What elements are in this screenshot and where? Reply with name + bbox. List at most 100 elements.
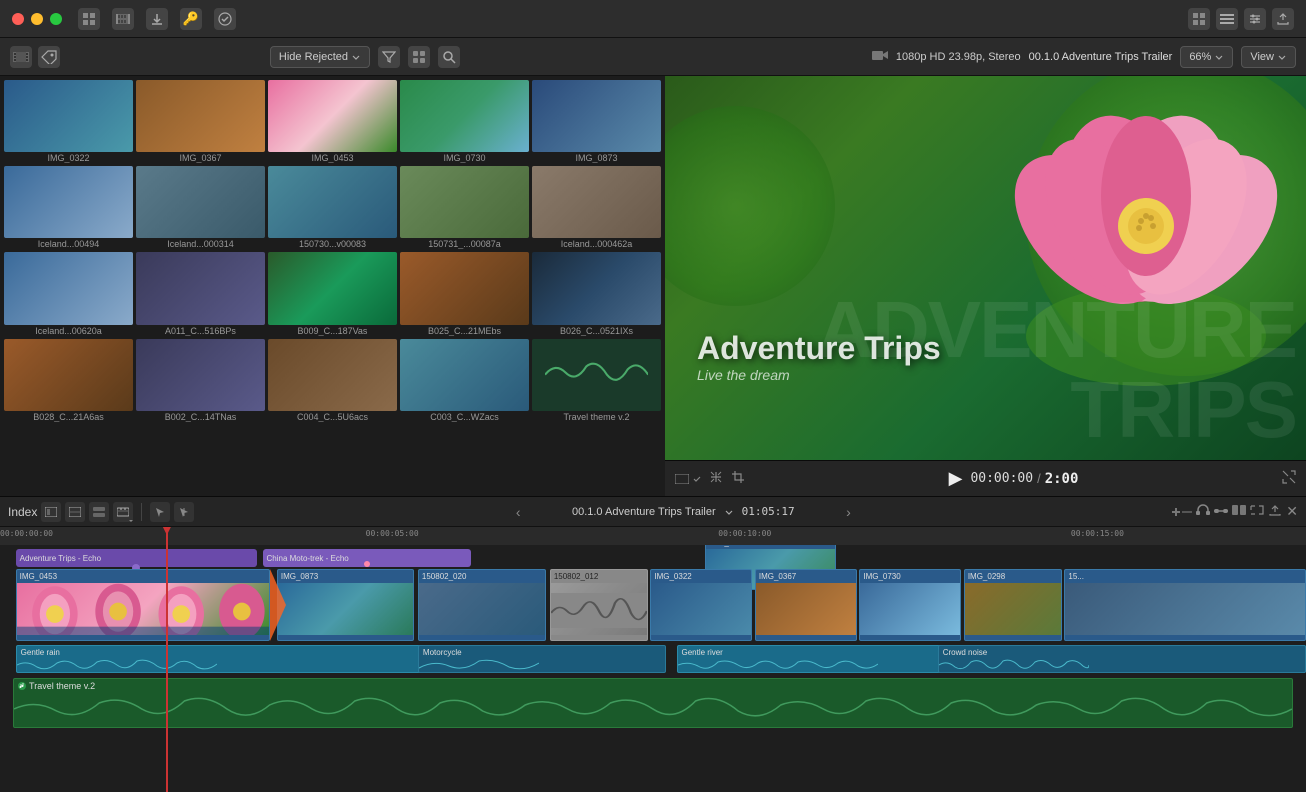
connect-dot-pink <box>364 561 370 567</box>
media-item-17[interactable]: C004_C...5U6acs <box>268 339 397 422</box>
library-icon[interactable] <box>78 8 100 30</box>
ruler-mark-15: 00:00:15:00 <box>1071 529 1124 538</box>
clips-icon[interactable] <box>10 46 32 68</box>
hide-rejected-btn[interactable]: Hide Rejected <box>270 46 370 68</box>
media-name-9: Iceland...000462a <box>532 239 661 249</box>
video-clip-150802020[interactable]: 150802_020 <box>418 569 546 641</box>
media-item-5[interactable]: Iceland...00494 <box>4 166 133 249</box>
grid-clip-icon[interactable] <box>408 46 430 68</box>
media-item-9[interactable]: Iceland...000462a <box>532 166 661 249</box>
playhead[interactable] <box>166 527 168 545</box>
media-item-4[interactable]: IMG_0873 <box>532 80 661 163</box>
media-thumb-9 <box>532 166 661 238</box>
tl-share-btn[interactable] <box>1268 504 1282 519</box>
media-item-3[interactable]: IMG_0730 <box>400 80 529 163</box>
media-item-15[interactable]: B028_C...21A6as <box>4 339 133 422</box>
viewer-display-btn[interactable] <box>675 474 701 484</box>
media-item-8[interactable]: 150731_...00087a <box>400 166 529 249</box>
media-item-13[interactable]: B025_C...21MEbs <box>400 252 529 335</box>
minimize-button[interactable] <box>31 13 43 25</box>
zoom-in-icon[interactable] <box>1172 508 1192 516</box>
clip-thumb-img0322 <box>651 583 751 635</box>
media-item-6[interactable]: Iceland...000314 <box>136 166 265 249</box>
main-toolbar: Hide Rejected 1080p HD 23.98p, Stereo 00… <box>0 38 1306 76</box>
media-item-0[interactable]: IMG_0322 <box>4 80 133 163</box>
export-icon[interactable] <box>1272 8 1294 30</box>
viewer-crop-btn[interactable] <box>731 470 745 487</box>
media-item-10[interactable]: Iceland...00620a <box>4 252 133 335</box>
media-thumb-16 <box>136 339 265 411</box>
play-button[interactable]: ▶ <box>949 468 963 489</box>
grid-view-icon[interactable] <box>1188 8 1210 30</box>
media-item-2[interactable]: IMG_0453 <box>268 80 397 163</box>
sfx-motorcycle[interactable]: Motorcycle <box>418 645 666 673</box>
filter-icon[interactable] <box>378 46 400 68</box>
video-clip-img0298[interactable]: IMG_0298 <box>964 569 1062 641</box>
media-name-2: IMG_0453 <box>268 153 397 163</box>
tl-close-btn[interactable]: ✕ <box>1286 503 1298 520</box>
sfx-gentle-rain[interactable]: Gentle rain <box>16 645 434 673</box>
tl-next-btn[interactable]: › <box>842 504 855 520</box>
media-item-1[interactable]: IMG_0367 <box>136 80 265 163</box>
toolbar-left <box>10 46 60 68</box>
headphones-icon[interactable] <box>1196 504 1210 519</box>
media-item-14[interactable]: B026_C...0521IXs <box>532 252 661 335</box>
video-clip-img0873[interactable]: IMG_0873 <box>277 569 414 641</box>
timeline-section: Index <box>0 496 1306 792</box>
sfx-crowd-noise[interactable]: Crowd noise <box>938 645 1306 673</box>
video-clip-img0730[interactable]: IMG_0730 <box>859 569 961 641</box>
filmstrip-icon[interactable] <box>112 8 134 30</box>
video-clip-img0367[interactable]: IMG_0367 <box>755 569 857 641</box>
tl-settings-btn[interactable] <box>113 502 133 522</box>
media-item-7[interactable]: 150730...v00083 <box>268 166 397 249</box>
list-view-icon[interactable] <box>1216 8 1238 30</box>
tl-tool-arrow[interactable] <box>150 502 170 522</box>
media-item-18[interactable]: C003_C...WZacs <box>400 339 529 422</box>
audio-clip-china[interactable]: China Moto-trek - Echo <box>263 549 472 567</box>
tl-prev-btn[interactable]: ‹ <box>512 504 525 520</box>
tl-expand-full-btn[interactable] <box>1250 505 1264 518</box>
clip-view-icon[interactable] <box>1232 505 1246 518</box>
viewer-transform-btn[interactable] <box>709 470 723 487</box>
tl-expand-btn[interactable] <box>65 502 85 522</box>
ruler-mark-5: 00:00:05:00 <box>366 529 419 538</box>
media-browser-panel: IMG_0322IMG_0367IMG_0453IMG_0730IMG_0873… <box>0 76 665 496</box>
video-clip-img0322[interactable]: IMG_0322 <box>650 569 752 641</box>
media-name-17: C004_C...5U6acs <box>268 412 397 422</box>
close-button[interactable] <box>12 13 24 25</box>
viewer-timecode: 00:00:00 <box>970 471 1033 486</box>
index-label: Index <box>8 505 37 519</box>
zoom-control[interactable]: 66% <box>1180 46 1233 68</box>
audio-clip-adventure[interactable]: Adventure Trips - Echo <box>16 549 258 567</box>
fullscreen-button[interactable] <box>50 13 62 25</box>
check-icon[interactable] <box>214 8 236 30</box>
view-btn[interactable]: View <box>1241 46 1296 68</box>
project-info-text: 1080p HD 23.98p, Stereo <box>896 51 1021 63</box>
video-clip-img0453[interactable]: IMG_0453 <box>16 569 271 641</box>
media-item-19[interactable]: Travel theme v.2 <box>532 339 661 422</box>
tl-clip-appearance-btn[interactable] <box>41 502 61 522</box>
tl-collapse-btn[interactable] <box>89 502 109 522</box>
tl-tool-trim[interactable] <box>174 502 194 522</box>
viewer-scene: Adventure Trips Live the dream ADVENTURE… <box>665 76 1306 460</box>
media-thumb-14 <box>532 252 661 324</box>
media-item-11[interactable]: A011_C...516BPs <box>136 252 265 335</box>
video-clip-150802012[interactable]: 150802_012 <box>550 569 648 641</box>
media-name-15: B028_C...21A6as <box>4 412 133 422</box>
sfx-track: Gentle rain Gentle river Mot <box>0 645 1306 673</box>
adjust-icon[interactable] <box>1244 8 1266 30</box>
download-icon[interactable] <box>146 8 168 30</box>
search-icon[interactable] <box>438 46 460 68</box>
viewer-expand-btn[interactable] <box>1282 470 1296 487</box>
clip-thumb-img0298 <box>965 583 1061 635</box>
key-icon[interactable]: 🔑 <box>180 8 202 30</box>
link-icon[interactable] <box>1214 506 1228 518</box>
tags-icon[interactable] <box>38 46 60 68</box>
music-track[interactable]: Travel theme v.2 <box>13 678 1293 728</box>
media-item-12[interactable]: B009_C...187Vas <box>268 252 397 335</box>
media-name-3: IMG_0730 <box>400 153 529 163</box>
media-item-16[interactable]: B002_C...14TNas <box>136 339 265 422</box>
media-thumb-3 <box>400 80 529 152</box>
clip-thumb-150802020 <box>419 583 545 635</box>
video-clip-15[interactable]: 15... <box>1064 569 1306 641</box>
